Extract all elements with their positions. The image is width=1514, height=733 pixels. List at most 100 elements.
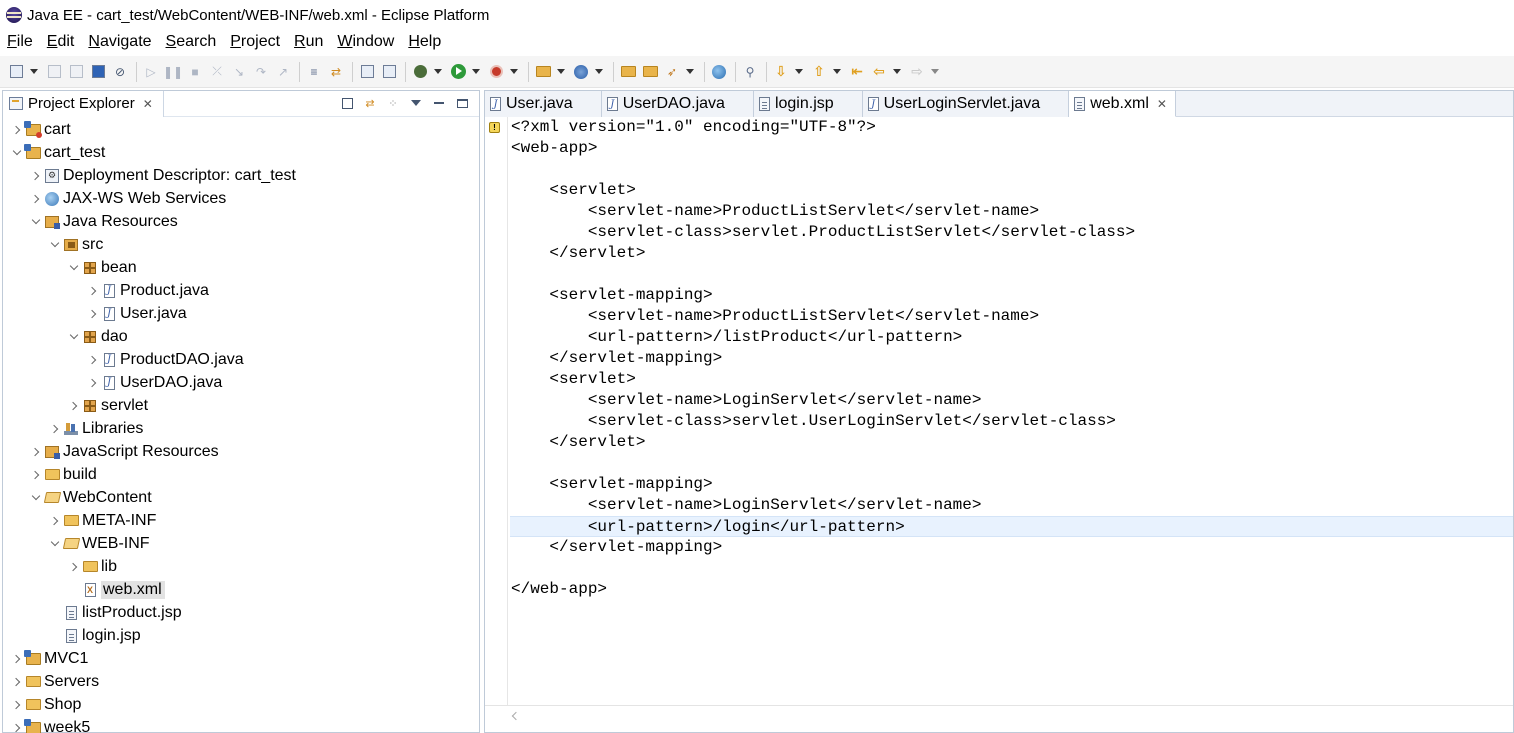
code-line[interactable]: <servlet-name>ProductListServlet</servle… bbox=[510, 201, 1513, 222]
tree-item[interactable]: cart_test bbox=[3, 141, 479, 164]
chevron-right-icon[interactable] bbox=[11, 699, 23, 711]
previous-annotation-dropdown-icon[interactable] bbox=[833, 69, 841, 74]
code-line[interactable] bbox=[510, 264, 1513, 285]
menu-run[interactable]: Run bbox=[294, 33, 323, 51]
chevron-right-icon[interactable] bbox=[30, 193, 42, 205]
chevron-down-icon[interactable] bbox=[68, 331, 80, 343]
editor-tab[interactable]: login.jsp bbox=[753, 91, 863, 117]
chevron-right-icon[interactable] bbox=[87, 285, 99, 297]
code-line[interactable]: <servlet> bbox=[510, 180, 1513, 201]
open-task-icon[interactable] bbox=[381, 64, 397, 80]
tab-project-explorer[interactable]: Project Explorer ✕ bbox=[3, 90, 164, 117]
terminate-icon[interactable]: ■ bbox=[187, 64, 203, 80]
tree-item[interactable]: build bbox=[3, 463, 479, 486]
code-line[interactable]: </servlet-mapping> bbox=[510, 348, 1513, 369]
launch-icon[interactable]: ➶ bbox=[664, 64, 680, 80]
tree-item[interactable]: cart bbox=[3, 118, 479, 141]
tree-item[interactable]: Servers bbox=[3, 670, 479, 693]
menu-search[interactable]: Search bbox=[166, 33, 217, 51]
use-step-filters-icon[interactable]: ≡ bbox=[306, 64, 322, 80]
horizontal-scrollbar[interactable] bbox=[485, 705, 1513, 732]
code-line[interactable]: <servlet-mapping> bbox=[510, 285, 1513, 306]
code-line[interactable]: </servlet> bbox=[510, 432, 1513, 453]
new-class-dropdown-icon[interactable] bbox=[595, 69, 603, 74]
menu-window[interactable]: Window bbox=[337, 33, 394, 51]
editor-tab[interactable]: web.xml ✕ bbox=[1069, 91, 1176, 117]
forward-dropdown-icon[interactable] bbox=[931, 69, 939, 74]
menu-project[interactable]: Project bbox=[230, 33, 280, 51]
tree-item[interactable]: src bbox=[3, 233, 479, 256]
filters-icon[interactable]: ⁘ bbox=[386, 96, 400, 110]
tree-item[interactable]: Java Resources bbox=[3, 210, 479, 233]
next-annotation-icon[interactable]: ⇩ bbox=[773, 63, 789, 80]
toggle-mark-icon[interactable]: ⇄ bbox=[328, 64, 344, 80]
menu-file[interactable]: File bbox=[7, 33, 33, 51]
code-line[interactable]: <servlet-name>LoginServlet</servlet-name… bbox=[510, 390, 1513, 411]
maximize-icon[interactable] bbox=[455, 96, 469, 110]
save-all-icon[interactable] bbox=[68, 64, 84, 80]
chevron-right-icon[interactable] bbox=[30, 469, 42, 481]
view-menu-icon[interactable] bbox=[409, 96, 423, 110]
new-java-project-dropdown-icon[interactable] bbox=[557, 69, 565, 74]
chevron-right-icon[interactable] bbox=[30, 170, 42, 182]
chevron-down-icon[interactable] bbox=[11, 147, 23, 159]
tree-item[interactable]: dao bbox=[3, 325, 479, 348]
step-into-icon[interactable]: ↘ bbox=[231, 64, 247, 80]
editor-tab[interactable]: J UserLoginServlet.java bbox=[862, 91, 1070, 117]
resume-icon[interactable]: ▷ bbox=[143, 64, 159, 80]
chevron-right-icon[interactable] bbox=[68, 561, 80, 573]
scroll-left-icon[interactable] bbox=[511, 711, 521, 721]
tree-item[interactable]: servlet bbox=[3, 394, 479, 417]
new-dropdown-icon[interactable] bbox=[30, 69, 38, 74]
suspend-icon[interactable]: ❚❚ bbox=[163, 64, 183, 80]
chevron-right-icon[interactable] bbox=[87, 308, 99, 320]
close-tab-icon[interactable]: ✕ bbox=[1157, 97, 1167, 111]
open-folder-icon[interactable] bbox=[642, 64, 658, 80]
launch-dropdown-icon[interactable] bbox=[686, 69, 694, 74]
chevron-right-icon[interactable] bbox=[11, 124, 23, 136]
previous-annotation-icon[interactable]: ⇧ bbox=[811, 63, 827, 80]
code-line[interactable]: <servlet-name>ProductListServlet</servle… bbox=[510, 306, 1513, 327]
tree-item[interactable]: J User.java bbox=[3, 302, 479, 325]
console-icon[interactable] bbox=[90, 64, 106, 80]
xml-editor[interactable]: ! <?xml version="1.0" encoding="UTF-8"?>… bbox=[485, 117, 1513, 705]
editor-tab[interactable]: J UserDAO.java bbox=[601, 91, 754, 117]
external-tools-dropdown-icon[interactable] bbox=[510, 69, 518, 74]
run-dropdown-icon[interactable] bbox=[472, 69, 480, 74]
chevron-right-icon[interactable] bbox=[87, 354, 99, 366]
tree-item[interactable]: JavaScript Resources bbox=[3, 440, 479, 463]
tree-item[interactable]: META-INF bbox=[3, 509, 479, 532]
code-line[interactable]: <servlet> bbox=[510, 369, 1513, 390]
tree-item[interactable]: WebContent bbox=[3, 486, 479, 509]
code-line[interactable] bbox=[510, 558, 1513, 579]
chevron-down-icon[interactable] bbox=[49, 239, 61, 251]
tree-item[interactable]: bean bbox=[3, 256, 479, 279]
external-tools-icon[interactable] bbox=[488, 64, 504, 80]
chevron-down-icon[interactable] bbox=[30, 216, 42, 228]
chevron-right-icon[interactable] bbox=[49, 515, 61, 527]
new-icon[interactable] bbox=[8, 64, 24, 80]
code-line[interactable]: <?xml version="1.0" encoding="UTF-8"?> bbox=[510, 117, 1513, 138]
chevron-right-icon[interactable] bbox=[30, 446, 42, 458]
close-icon[interactable]: ✕ bbox=[143, 97, 153, 111]
back-dropdown-icon[interactable] bbox=[893, 69, 901, 74]
tree-item[interactable]: J UserDAO.java bbox=[3, 371, 479, 394]
code-lines[interactable]: <?xml version="1.0" encoding="UTF-8"?> <w… bbox=[510, 117, 1513, 600]
debug-icon[interactable] bbox=[412, 64, 428, 80]
tree-item[interactable]: ⚙ Deployment Descriptor: cart_test bbox=[3, 164, 479, 187]
code-line[interactable]: <url-pattern>/listProduct</url-pattern> bbox=[510, 327, 1513, 348]
open-type-icon[interactable] bbox=[359, 64, 375, 80]
editor-tab[interactable]: J User.java bbox=[485, 91, 602, 117]
run-icon[interactable] bbox=[450, 64, 466, 80]
last-edit-location-icon[interactable]: ⇤ bbox=[849, 63, 865, 80]
code-line[interactable]: <servlet-name>LoginServlet</servlet-name… bbox=[510, 495, 1513, 516]
back-icon[interactable]: ⇦ bbox=[871, 63, 887, 80]
menu-help[interactable]: Help bbox=[408, 33, 441, 51]
tree-item[interactable]: lib bbox=[3, 555, 479, 578]
open-project-icon[interactable] bbox=[620, 64, 636, 80]
forward-icon[interactable]: ⇨ bbox=[909, 63, 925, 80]
skip-breakpoints-icon[interactable]: ⊘ bbox=[112, 64, 128, 80]
chevron-right-icon[interactable] bbox=[87, 377, 99, 389]
new-class-icon[interactable] bbox=[573, 64, 589, 80]
chevron-right-icon[interactable] bbox=[49, 423, 61, 435]
